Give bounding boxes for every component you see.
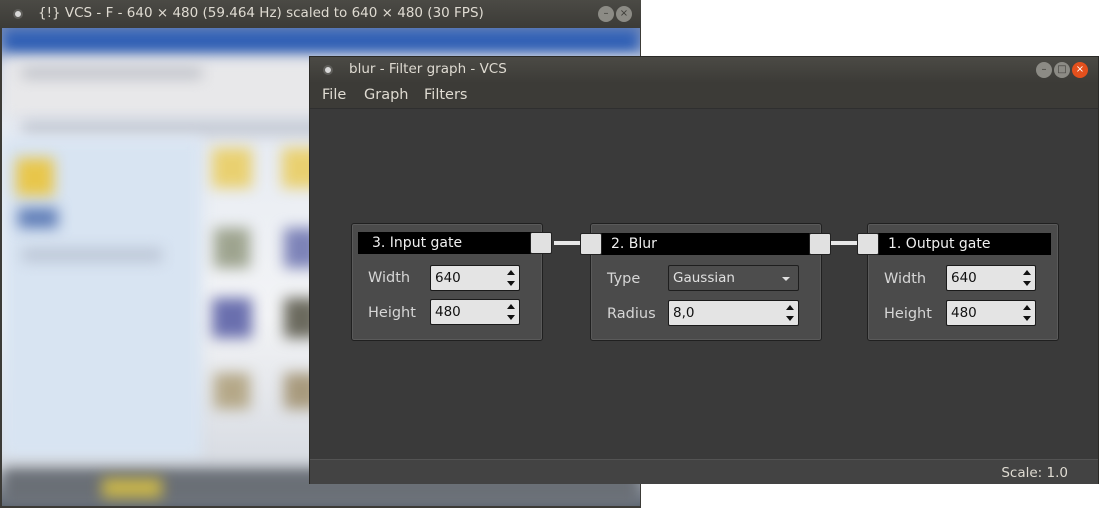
close-icon[interactable]: ×	[1072, 62, 1088, 78]
input-gate-node[interactable]: 3. Input gate Width 640 Height 480	[351, 223, 543, 341]
spin-arrows-icon[interactable]	[786, 305, 794, 321]
connection-wire	[831, 241, 857, 245]
capture-window-titlebar[interactable]: {!} VCS - F - 640 × 480 (59.464 Hz) scal…	[0, 0, 641, 28]
graph-canvas[interactable]: 3. Input gate Width 640 Height 480 2. Bl…	[310, 108, 1098, 460]
input-gate-title[interactable]: 3. Input gate	[358, 232, 534, 254]
blur-type-label: Type	[607, 271, 641, 287]
menu-file[interactable]: File	[322, 87, 346, 103]
minimize-icon[interactable]: –	[598, 6, 614, 22]
output-width-label: Width	[884, 271, 927, 287]
close-icon[interactable]: ×	[616, 6, 632, 22]
output-height-label: Height	[884, 306, 932, 322]
input-height-value: 480	[435, 304, 461, 320]
input-gate-output-port[interactable]	[530, 232, 552, 254]
output-height-value: 480	[951, 305, 977, 321]
maximize-icon[interactable]: □	[1054, 62, 1070, 78]
output-width-value: 640	[951, 270, 977, 286]
minimize-icon[interactable]: –	[1036, 62, 1052, 78]
connection-wire	[554, 241, 580, 245]
window-menu-icon[interactable]	[13, 9, 23, 19]
blur-radius-value: 8,0	[673, 305, 695, 321]
blur-node[interactable]: 2. Blur Type Gaussian Radius 8,0	[590, 223, 822, 341]
blur-type-dropdown[interactable]: Gaussian	[668, 265, 799, 291]
menu-bar: File Graph Filters	[310, 83, 1098, 108]
status-bar: Scale: 1.0	[310, 459, 1098, 484]
blur-radius-label: Radius	[607, 306, 656, 322]
input-width-spinbox[interactable]: 640	[430, 265, 520, 291]
input-height-spinbox[interactable]: 480	[430, 299, 520, 325]
filter-graph-window: blur - Filter graph - VCS – □ × File Gra…	[309, 56, 1099, 484]
menu-graph[interactable]: Graph	[364, 87, 408, 103]
blur-input-port[interactable]	[580, 233, 602, 255]
filter-graph-titlebar[interactable]: blur - Filter graph - VCS – □ ×	[310, 57, 1098, 83]
spin-arrows-icon[interactable]	[1023, 270, 1031, 286]
filter-graph-window-title: blur - Filter graph - VCS	[349, 61, 507, 77]
menu-filters[interactable]: Filters	[424, 87, 467, 103]
output-gate-title[interactable]: 1. Output gate	[874, 233, 1051, 255]
input-height-label: Height	[368, 305, 416, 321]
blur-type-value: Gaussian	[673, 270, 735, 286]
blur-output-port[interactable]	[809, 233, 831, 255]
output-gate-node[interactable]: 1. Output gate Width 640 Height 480	[867, 223, 1059, 341]
capture-window-title: {!} VCS - F - 640 × 480 (59.464 Hz) scal…	[38, 5, 484, 21]
window-menu-icon[interactable]	[323, 65, 333, 75]
spin-arrows-icon[interactable]	[507, 304, 515, 320]
output-height-spinbox[interactable]: 480	[946, 300, 1036, 326]
blur-title[interactable]: 2. Blur	[597, 233, 813, 255]
input-width-value: 640	[435, 270, 461, 286]
blur-radius-spinbox[interactable]: 8,0	[668, 300, 799, 326]
input-width-label: Width	[368, 270, 411, 286]
chevron-down-icon	[782, 277, 790, 281]
output-width-spinbox[interactable]: 640	[946, 265, 1036, 291]
spin-arrows-icon[interactable]	[507, 270, 515, 286]
spin-arrows-icon[interactable]	[1023, 305, 1031, 321]
output-gate-input-port[interactable]	[857, 233, 879, 255]
scale-indicator: Scale: 1.0	[1001, 465, 1068, 481]
